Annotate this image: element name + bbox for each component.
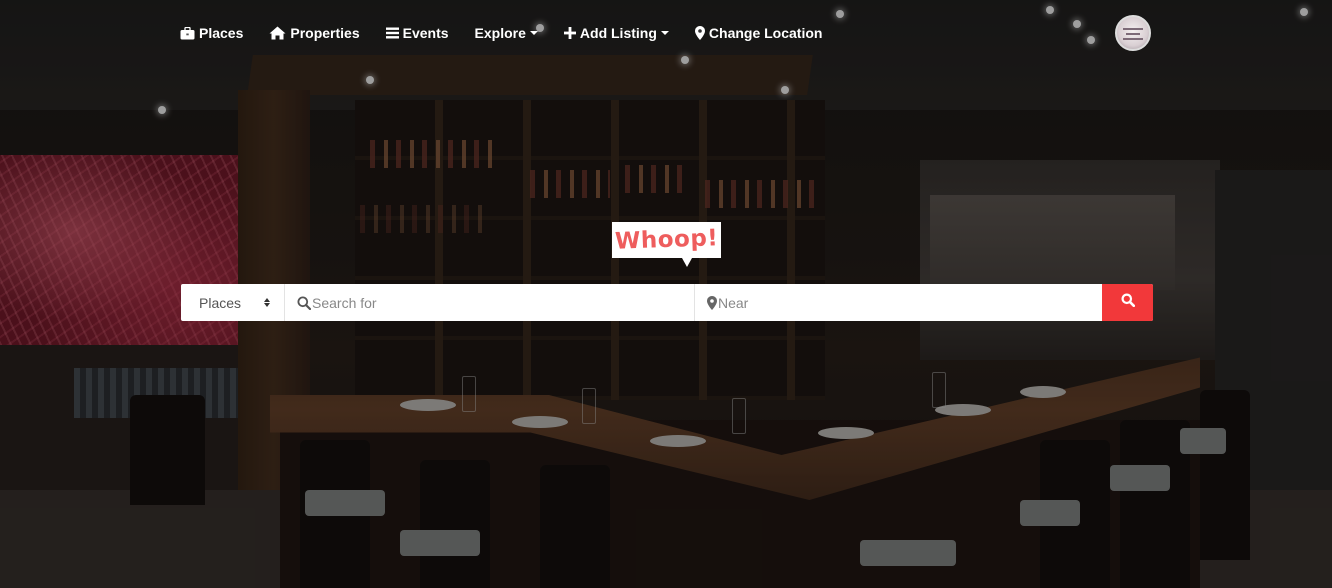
nav-events-label: Events <box>402 25 449 41</box>
logo-bubble-tail <box>682 258 692 267</box>
caret-down-icon <box>529 31 538 35</box>
home-icon <box>269 26 286 40</box>
listing-type-selected: Places <box>199 294 242 311</box>
whoop-logo[interactable]: Whoop! <box>612 222 721 258</box>
near-input[interactable] <box>718 294 1102 311</box>
main-nav: Places Properties Events Explore Add Lis… <box>180 22 848 44</box>
map-marker-icon <box>707 295 717 310</box>
search-button[interactable] <box>1102 284 1153 321</box>
near-field <box>694 284 1102 321</box>
select-arrows-icon <box>264 298 270 307</box>
nav-events[interactable]: Events <box>385 25 449 41</box>
map-marker-icon <box>694 26 705 40</box>
search-icon <box>1121 293 1135 312</box>
nav-explore-dropdown[interactable]: Explore <box>475 25 538 41</box>
nav-properties[interactable]: Properties <box>269 25 360 41</box>
search-for-field <box>289 284 694 321</box>
nav-add-listing-dropdown[interactable]: Add Listing <box>563 25 669 41</box>
nav-places-label: Places <box>199 25 244 41</box>
list-icon <box>385 27 399 39</box>
plus-icon <box>563 27 576 39</box>
search-for-input[interactable] <box>312 294 694 311</box>
nav-properties-label: Properties <box>290 25 360 41</box>
briefcase-icon <box>180 26 195 40</box>
user-avatar[interactable] <box>1115 15 1151 51</box>
nav-places[interactable]: Places <box>180 25 243 41</box>
listing-type-select[interactable]: Places <box>181 284 285 321</box>
nav-change-location-label: Change Location <box>708 25 823 41</box>
search-icon <box>297 296 311 310</box>
logo-text: Whoop! <box>614 225 719 255</box>
nav-explore-label: Explore <box>474 25 526 41</box>
caret-down-icon <box>660 31 669 35</box>
nav-change-location[interactable]: Change Location <box>694 25 823 41</box>
search-bar: Places <box>181 284 1153 321</box>
nav-add-listing-label: Add Listing <box>579 25 657 41</box>
